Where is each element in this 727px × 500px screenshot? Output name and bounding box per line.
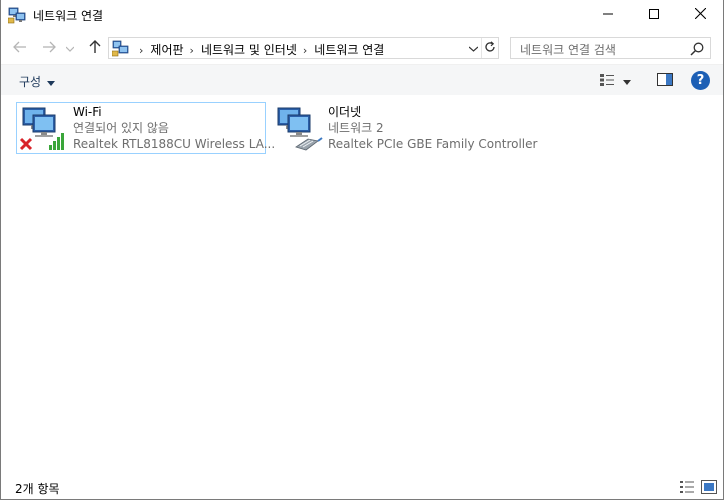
chevron-down-icon (65, 41, 75, 55)
item-name: Wi-Fi (73, 105, 102, 119)
search-input[interactable]: 네트워크 연결 검색 (520, 41, 616, 58)
item-name: 이더넷 (328, 105, 362, 119)
details-view-icon[interactable] (679, 480, 695, 494)
list-item-ethernet[interactable]: 이더넷 네트워크 2 Realtek PCIe GBE Family Contr… (271, 102, 537, 154)
close-button[interactable] (677, 0, 723, 30)
list-item-wifi[interactable]: Wi-Fi 연결되어 있지 않음 Realtek RTL8188CU Wirel… (16, 102, 275, 154)
item-count: 2개 항목 (15, 482, 60, 496)
change-view-button[interactable] (599, 72, 639, 90)
organize-label: 구성 (19, 75, 42, 89)
item-status: 네트워크 2 (328, 121, 384, 135)
organize-button[interactable]: 구성 (19, 73, 56, 90)
breadcrumb: › 제어판 › 네트워크 및 인터넷 › 네트워크 연결 (133, 41, 384, 58)
address-history-button[interactable] (465, 38, 481, 58)
item-details: Wi-Fi 연결되어 있지 않음 Realtek RTL8188CU Wirel… (73, 104, 275, 152)
maximize-button[interactable] (631, 0, 677, 30)
command-bar: 구성 ? (1, 64, 723, 95)
status-bar: 2개 항목 (1, 476, 723, 498)
window-title: 네트워크 연결 (33, 9, 104, 23)
breadcrumb-separator: › (139, 44, 144, 57)
item-status: 연결되어 있지 않음 (73, 121, 169, 135)
large-icons-view-icon[interactable] (701, 480, 717, 494)
search-box[interactable]: 네트워크 연결 검색 (510, 37, 711, 59)
forward-button[interactable] (39, 38, 59, 58)
minimize-icon (603, 8, 613, 22)
view-options-icon (599, 73, 615, 90)
refresh-button[interactable] (481, 38, 498, 58)
search-icon[interactable] (689, 41, 705, 57)
control-panel-icon (111, 40, 129, 57)
explorer-window: 네트워크 연결 › 제어판 › 네트워크 및 인터넷 › 네트워크 연결 네트워… (0, 0, 724, 500)
arrow-left-icon (13, 41, 27, 56)
disconnected-x-icon (19, 137, 33, 151)
arrow-right-icon (42, 41, 56, 56)
preview-pane-button[interactable] (655, 72, 675, 90)
breadcrumb-separator[interactable]: › (190, 44, 194, 57)
navigation-bar: › 제어판 › 네트워크 및 인터넷 › 네트워크 연결 네트워크 연결 검색 (1, 31, 723, 64)
network-connections-icon (7, 6, 26, 24)
breadcrumb-network-connections[interactable]: 네트워크 연결 (314, 41, 384, 58)
file-list: Wi-Fi 연결되어 있지 않음 Realtek RTL8188CU Wirel… (1, 95, 723, 473)
up-button[interactable] (85, 38, 105, 58)
title-bar[interactable]: 네트워크 연결 (1, 0, 723, 31)
minimize-button[interactable] (585, 0, 631, 30)
recent-locations-button[interactable] (63, 38, 77, 58)
refresh-icon (484, 40, 496, 56)
close-icon (694, 7, 706, 22)
preview-pane-icon (657, 73, 673, 89)
item-device: Realtek RTL8188CU Wireless LA... (73, 137, 276, 151)
item-details: 이더넷 네트워크 2 Realtek PCIe GBE Family Contr… (328, 104, 537, 152)
breadcrumb-network-internet[interactable]: 네트워크 및 인터넷 (201, 41, 297, 58)
chevron-down-icon (468, 41, 478, 55)
chevron-down-icon (623, 74, 631, 88)
maximize-icon (649, 8, 659, 22)
breadcrumb-separator[interactable]: › (303, 44, 307, 57)
ethernet-adapter-icon (274, 105, 324, 153)
address-bar[interactable]: › 제어판 › 네트워크 및 인터넷 › 네트워크 연결 (108, 37, 499, 59)
help-button[interactable]: ? (691, 71, 710, 90)
chevron-down-icon (47, 75, 56, 89)
back-button[interactable] (10, 38, 30, 58)
breadcrumb-control-panel[interactable]: 제어판 (150, 41, 183, 58)
arrow-up-icon (89, 39, 101, 57)
item-device: Realtek PCIe GBE Family Controller (328, 137, 538, 151)
